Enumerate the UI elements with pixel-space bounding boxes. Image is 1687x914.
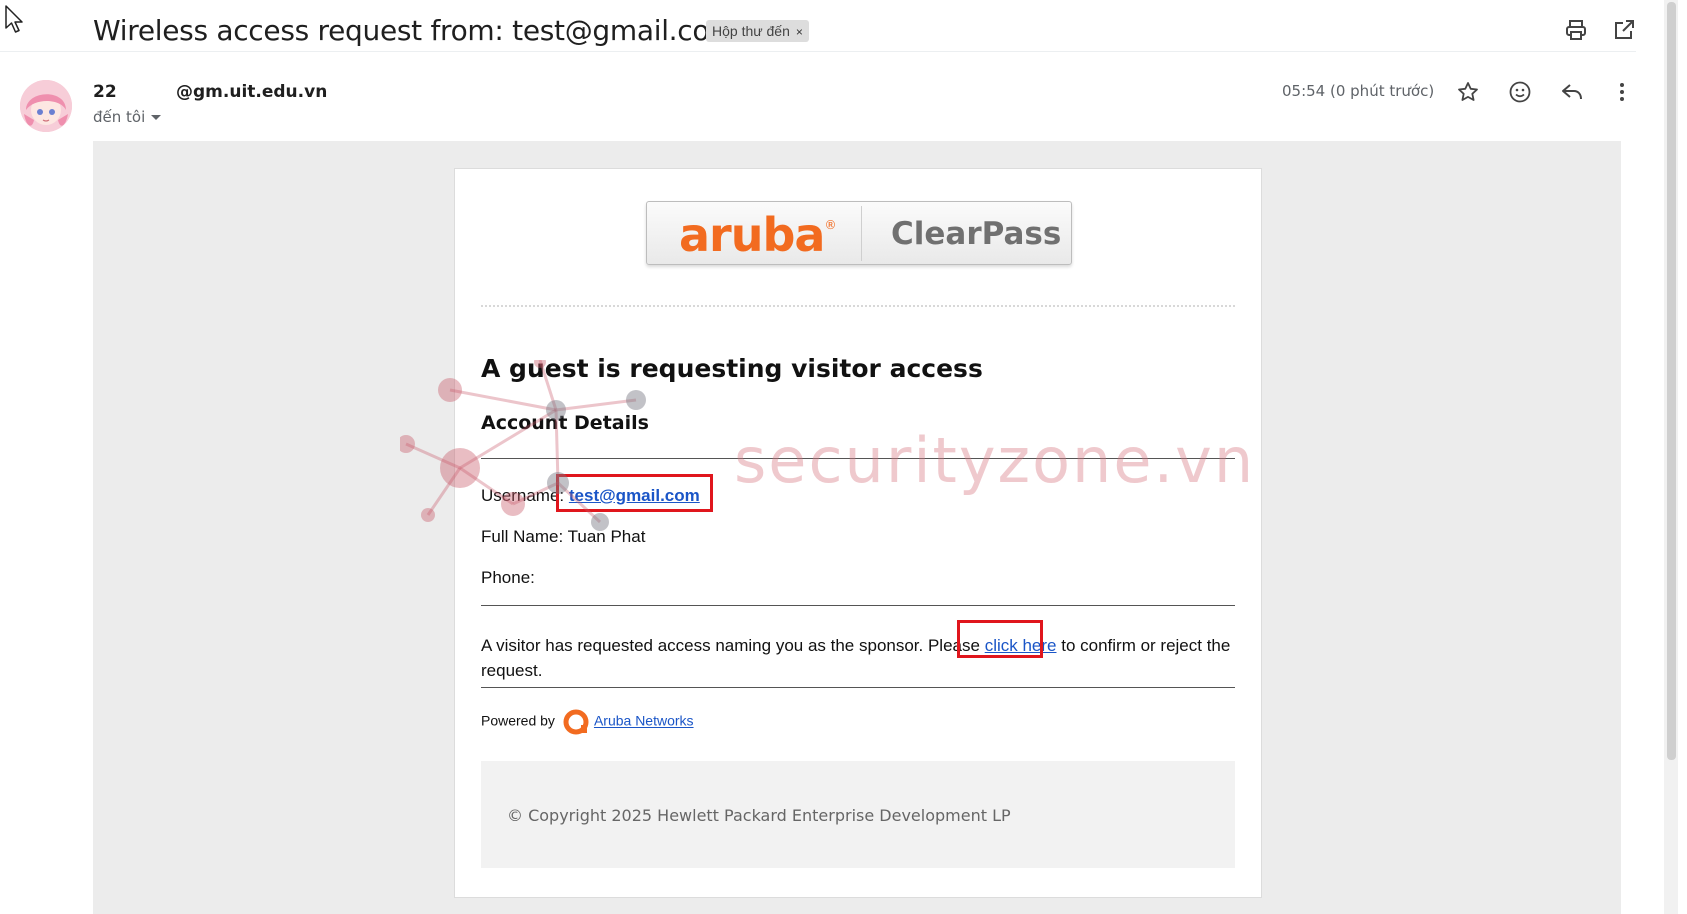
scrollbar-thumb[interactable]	[1667, 2, 1676, 760]
open-in-new-window-icon[interactable]	[1612, 18, 1636, 42]
email-subject: Wireless access request from: test@gmail…	[93, 14, 737, 47]
sender-email[interactable]: @gm.uit.edu.vn	[176, 82, 327, 102]
reply-icon[interactable]	[1560, 80, 1584, 109]
powered-by-text: Powered by	[481, 712, 555, 729]
remove-label-icon[interactable]: ×	[796, 25, 803, 39]
aruba-networks-link[interactable]: Aruba Networks	[594, 713, 694, 729]
subject-bar: Wireless access request from: test@gmail…	[0, 0, 1636, 52]
divider-rule	[481, 687, 1235, 688]
aruba-logo-text: aruba®	[679, 208, 836, 262]
watermark-network-icon	[400, 360, 646, 531]
watermark-text: securityzone.vn	[734, 424, 1256, 497]
sender-name[interactable]: 22	[93, 82, 117, 102]
more-options-icon[interactable]	[1610, 80, 1634, 109]
recipients-text: đến tôi	[93, 108, 146, 126]
clearpass-logo-text: ClearPass	[891, 216, 1062, 252]
message-header: 22 @gm.uit.edu.vn đến tôi 05:54 (0 phút …	[0, 70, 1636, 140]
dotted-divider	[481, 305, 1235, 307]
sender-avatar[interactable]	[20, 80, 72, 132]
click-here-highlight-box	[957, 620, 1043, 658]
print-icon[interactable]	[1564, 18, 1588, 42]
powered-by-row: Powered by Aruba Networks	[481, 709, 694, 735]
emoji-icon[interactable]	[1508, 80, 1532, 109]
divider-rule	[481, 605, 1235, 606]
chevron-down-icon	[151, 115, 162, 120]
aruba-logo-icon	[563, 709, 589, 735]
star-icon[interactable]	[1456, 80, 1480, 109]
sponsor-message: A visitor has requested access naming yo…	[481, 636, 1231, 680]
inbox-label-chip[interactable]: Hộp thư đến ×	[706, 20, 809, 42]
inbox-label-text: Hộp thư đến	[712, 23, 790, 39]
phone-row: Phone:	[481, 568, 535, 588]
logo-divider	[861, 206, 862, 261]
aruba-clearpass-logo: aruba® ClearPass	[646, 201, 1072, 265]
message-timestamp: 05:54 (0 phút trước)	[1282, 82, 1435, 100]
footer-box: © Copyright 2025 Hewlett Packard Enterpr…	[481, 761, 1235, 868]
copyright-text: © Copyright 2025 Hewlett Packard Enterpr…	[507, 806, 1011, 825]
recipients-toggle[interactable]: đến tôi	[93, 108, 162, 126]
phone-label: Phone:	[481, 568, 535, 587]
